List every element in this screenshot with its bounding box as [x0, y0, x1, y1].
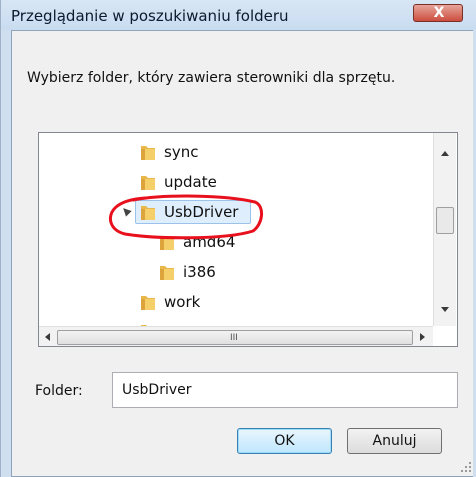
annotation-circle — [108, 194, 263, 240]
tree-item-work[interactable]: work — [39, 289, 429, 315]
folder-icon — [141, 176, 155, 190]
horizontal-scroll-thumb[interactable]: III — [57, 330, 413, 345]
folder-icon — [141, 296, 155, 310]
tree-item-label: sync — [164, 143, 199, 161]
size-grip-icon[interactable] — [459, 460, 473, 474]
folder-icon — [141, 146, 155, 160]
window-title: Przeglądanie w poszukiwaniu folderu — [11, 7, 289, 25]
scroll-up-icon[interactable] — [441, 151, 449, 156]
scroll-left-icon[interactable] — [45, 333, 50, 341]
scroll-grip: III — [230, 333, 238, 343]
scroll-right-icon[interactable] — [420, 333, 425, 341]
tree-item-i386[interactable]: i386 — [39, 259, 429, 285]
folder-field-label: Folder: — [35, 383, 83, 399]
folder-path-input[interactable] — [112, 372, 458, 408]
ok-button[interactable]: OK — [237, 428, 332, 454]
close-icon: X — [433, 5, 445, 21]
folder-icon — [160, 266, 174, 280]
cancel-button[interactable]: Anuluj — [347, 428, 442, 454]
vertical-scroll-thumb[interactable] — [436, 207, 454, 234]
vertical-scrollbar[interactable] — [433, 133, 456, 326]
tree-item-sync[interactable]: sync — [39, 139, 429, 165]
title-bar[interactable]: Przeglądanie w poszukiwaniu folderu X — [1, 0, 476, 30]
horizontal-scrollbar[interactable]: III — [39, 326, 433, 346]
instruction-text: Wybierz folder, który zawiera sterowniki… — [27, 70, 396, 86]
dialog-window: Przeglądanie w poszukiwaniu folderu X Wy… — [0, 0, 476, 477]
close-button[interactable]: X — [413, 4, 463, 22]
tree-item-label: work — [164, 293, 201, 311]
scroll-down-icon[interactable] — [441, 307, 449, 312]
tree-item-label: update — [164, 173, 217, 191]
tree-item-update[interactable]: update — [39, 169, 429, 195]
tree-item-label: i386 — [183, 263, 216, 281]
